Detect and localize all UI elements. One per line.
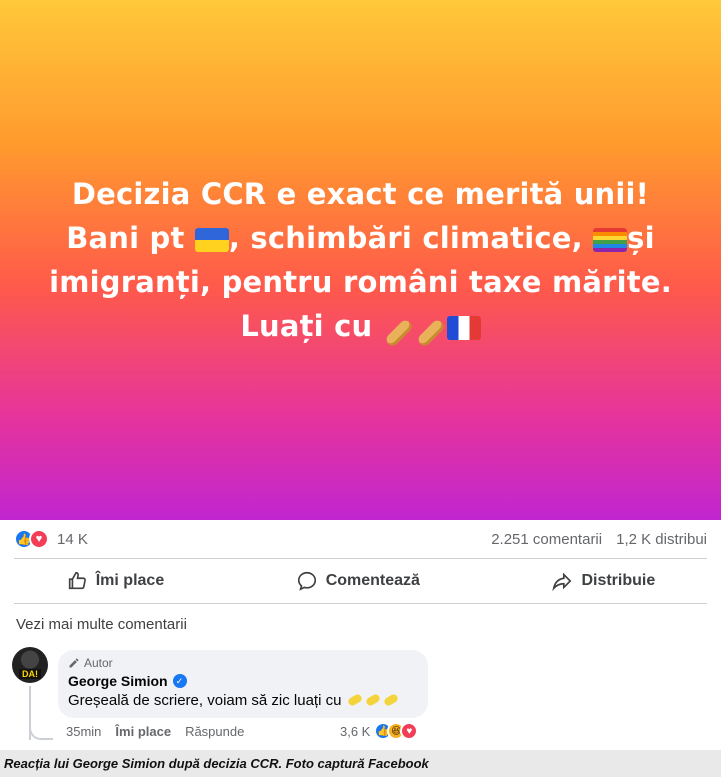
share-button[interactable]: Distribuie — [551, 570, 655, 592]
reactions-summary: 👍 ♥ 14 K 2.251 comentarii 1,2 K distribu… — [0, 520, 721, 558]
baguette-icon — [415, 318, 446, 348]
thumbs-up-icon — [68, 571, 86, 590]
banana-icon — [382, 693, 399, 707]
author-tag-label: Autor — [84, 656, 113, 670]
banner-line-2-suffix: , schimbări climatice, — [228, 221, 583, 255]
post-stats: 2.251 comentarii 1,2 K distribui — [491, 531, 707, 548]
banner-text: Decizia CCR e exact ce merită unii! Bani… — [41, 172, 681, 348]
flag-ukraine-icon — [194, 228, 229, 252]
photo-caption: Reacția lui George Simion după decizia C… — [0, 750, 721, 777]
comment-reaction-count: 3,6 K — [340, 723, 371, 739]
pencil-icon — [69, 658, 79, 668]
view-more-comments-link[interactable]: Vezi mai multe comentarii — [16, 616, 187, 633]
banner-line-1: Decizia CCR e exact ce merită unii! — [71, 177, 650, 211]
comments-count[interactable]: 2.251 comentarii — [491, 531, 602, 548]
love-reaction-icon: ♥ — [400, 722, 419, 740]
comment-time[interactable]: 35min — [66, 724, 101, 739]
banner-line-3-prefix: și — [627, 221, 655, 255]
post-action-bar: Îmi place Comentează Distribuie — [0, 560, 721, 602]
comment-bubble: Autor George Simion ✓ Greșeală de scrier… — [58, 650, 428, 718]
share-label: Distribuie — [581, 572, 656, 589]
like-label: Îmi place — [95, 572, 165, 589]
shares-count[interactable]: 1,2 K distribui — [616, 531, 707, 548]
avatar[interactable]: DA! — [12, 647, 48, 683]
flag-france-icon — [446, 316, 481, 340]
comment-author[interactable]: George Simion ✓ — [68, 673, 418, 689]
love-reaction-icon: ♥ — [29, 529, 49, 549]
comment-reactions[interactable]: 3,6 K 👍 😆 ♥ — [340, 722, 419, 740]
divider — [14, 558, 707, 559]
comment-body: Greșeală de scriere, voiam să zic luați … — [68, 692, 342, 709]
banner-line-2-prefix: Bani pt — [66, 221, 185, 255]
divider — [14, 603, 707, 604]
reaction-icons[interactable]: 👍 ♥ — [14, 529, 49, 549]
baguette-icon — [383, 318, 414, 348]
rainbow-flag-icon — [593, 228, 628, 252]
author-name[interactable]: George Simion — [68, 673, 168, 689]
avatar-text: DA! — [19, 669, 41, 679]
author-badge: Autor — [68, 656, 418, 670]
comment-like-button[interactable]: Îmi place — [115, 724, 171, 739]
banana-icon — [364, 693, 381, 707]
banner-line-3: imigranți, pentru români taxe mărite. — [49, 265, 672, 299]
banner-line-4-text: Luați cu — [240, 309, 373, 343]
post-banner[interactable]: Decizia CCR e exact ce merită unii! Bani… — [0, 0, 721, 520]
verified-icon: ✓ — [172, 674, 187, 688]
comment-button[interactable]: Comentează — [296, 570, 420, 592]
comment-reply-button[interactable]: Răspunde — [185, 724, 244, 739]
banana-icon — [346, 693, 363, 707]
thread-curve — [29, 722, 53, 740]
comment-meta: 35min Îmi place Răspunde — [66, 724, 244, 739]
reaction-count[interactable]: 14 K — [57, 531, 88, 548]
banner-line-2: Bani pt , schimbări climatice, și — [41, 216, 681, 260]
banner-line-4: Luați cu — [41, 304, 681, 348]
comment-bubble-icon — [297, 571, 316, 591]
comment-label: Comentează — [325, 572, 420, 589]
share-arrow-icon — [552, 572, 572, 592]
comment-text: Greșeală de scriere, voiam să zic luați … — [68, 692, 418, 709]
like-button[interactable]: Îmi place — [66, 570, 164, 592]
